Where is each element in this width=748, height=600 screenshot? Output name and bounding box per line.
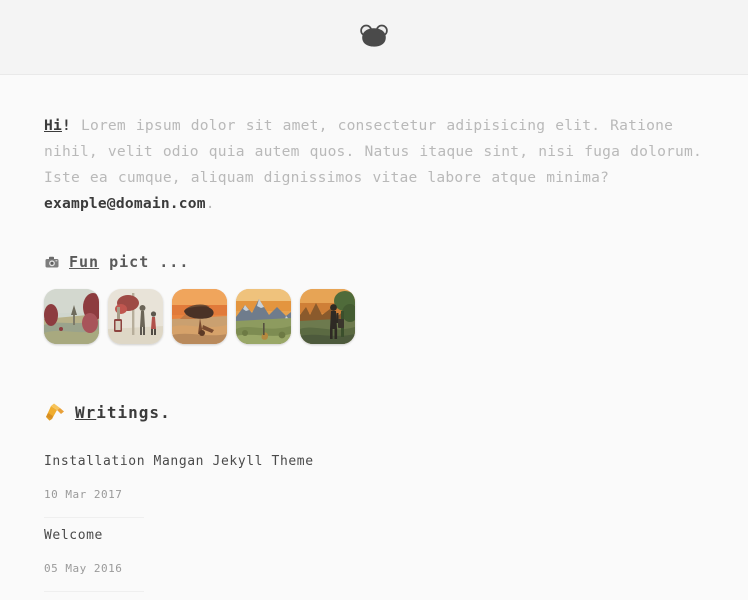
thumbnail-gallery <box>44 289 704 344</box>
writing-hand-icon <box>44 402 66 422</box>
fun-pict-heading-rest: pict ... <box>99 253 190 271</box>
post-divider <box>44 591 144 592</box>
writings-heading-rest: itings. <box>96 402 171 422</box>
intro-paragraph: Hi! Lorem ipsum dolor sit amet, consecte… <box>44 75 704 217</box>
post-divider <box>44 517 144 518</box>
fun-pict-heading: Fun pict ... <box>44 253 704 271</box>
writings-heading-text: Writings. <box>75 403 171 422</box>
post-date: 05 May 2016 <box>44 562 123 575</box>
camera-icon <box>44 254 60 270</box>
intro-greeting-punct: ! <box>61 117 81 134</box>
site-header <box>0 0 748 75</box>
thumbnail-desert-rock[interactable] <box>172 289 227 344</box>
intro-email-link[interactable]: example@domain.com <box>44 195 206 212</box>
thumbnail-street-figures[interactable] <box>108 289 163 344</box>
bear-face-logo-icon <box>359 22 389 52</box>
thumbnail-figure-silhouette[interactable] <box>300 289 355 344</box>
intro-body-text: Lorem ipsum dolor sit amet, consectetur … <box>44 117 703 186</box>
post-title-link[interactable]: Welcome <box>44 526 704 546</box>
site-logo-link[interactable] <box>359 22 389 52</box>
fun-pict-heading-underlined: Fun <box>69 253 100 271</box>
post-date: 10 Mar 2017 <box>44 488 123 501</box>
page-content: Hi! Lorem ipsum dolor sit amet, consecte… <box>0 75 748 600</box>
post-title-link[interactable]: Installation Mangan Jekyll Theme <box>44 452 704 472</box>
intro-greeting: Hi <box>44 117 62 134</box>
intro-email-punct: . <box>205 195 215 212</box>
post-list: Installation Mangan Jekyll Theme 10 Mar … <box>44 452 704 600</box>
fun-pict-heading-text: Fun pict ... <box>69 253 189 271</box>
writings-heading: Writings. <box>44 402 704 422</box>
list-item: Welcome 05 May 2016 <box>44 526 704 600</box>
list-item: Installation Mangan Jekyll Theme 10 Mar … <box>44 452 704 526</box>
writings-heading-underlined: Wr <box>75 402 97 422</box>
thumbnail-mountain-sunset[interactable] <box>236 289 291 344</box>
thumbnail-landscape-red-trees[interactable] <box>44 289 99 344</box>
